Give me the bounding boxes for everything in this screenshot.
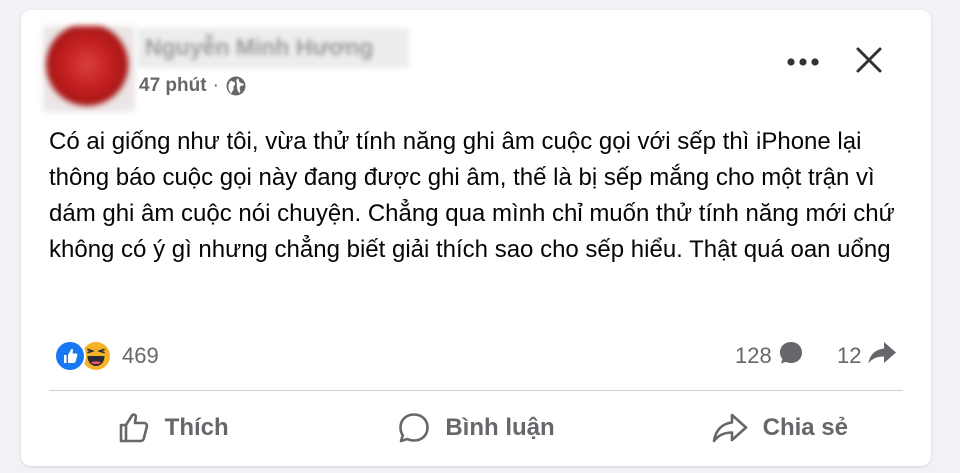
post-header: Nguyễn Minh Hương 47 phút · [21,10,931,112]
more-options-button[interactable] [781,48,825,78]
more-horizontal-icon [786,54,820,72]
share-icon [711,411,749,445]
comment-bubble-icon [778,340,804,372]
comment-count: 128 [735,343,772,368]
post-meta: 47 phút · [139,74,247,98]
share-label: Chia sẻ [762,414,848,441]
post-text: Có ai giống như tôi, vừa thử tính năng g… [49,128,895,263]
like-reaction-icon [54,340,86,372]
share-button[interactable]: Chia sẻ [628,394,931,462]
post-time[interactable]: 47 phút [139,75,207,97]
actions-divider [49,390,903,391]
comment-icon [397,411,431,445]
globe-icon [225,75,247,97]
share-arrow-icon [867,340,897,372]
avatar[interactable] [43,26,135,112]
reaction-count: 469 [122,343,159,368]
comment-button[interactable]: Bình luận [324,394,627,462]
reactions-summary[interactable]: 469 [54,338,159,374]
comment-count-link[interactable]: 128 [735,338,804,374]
like-button[interactable]: Thích [21,394,324,462]
thumbs-up-icon [117,411,151,445]
close-icon [855,46,883,79]
comment-label: Bình luận [445,414,555,441]
share-count-link[interactable]: 12 [837,338,897,374]
post-actions: Thích Bình luận Chia sẻ [21,394,931,462]
meta-separator: · [212,75,219,96]
post-card: Nguyễn Minh Hương 47 phút · Có ai giống … [21,10,931,466]
close-button[interactable] [847,40,891,84]
author-name[interactable]: Nguyễn Minh Hương [137,28,409,68]
share-count: 12 [837,343,862,368]
post-stats: 469 128 12 [21,338,931,374]
like-label: Thích [164,414,229,441]
